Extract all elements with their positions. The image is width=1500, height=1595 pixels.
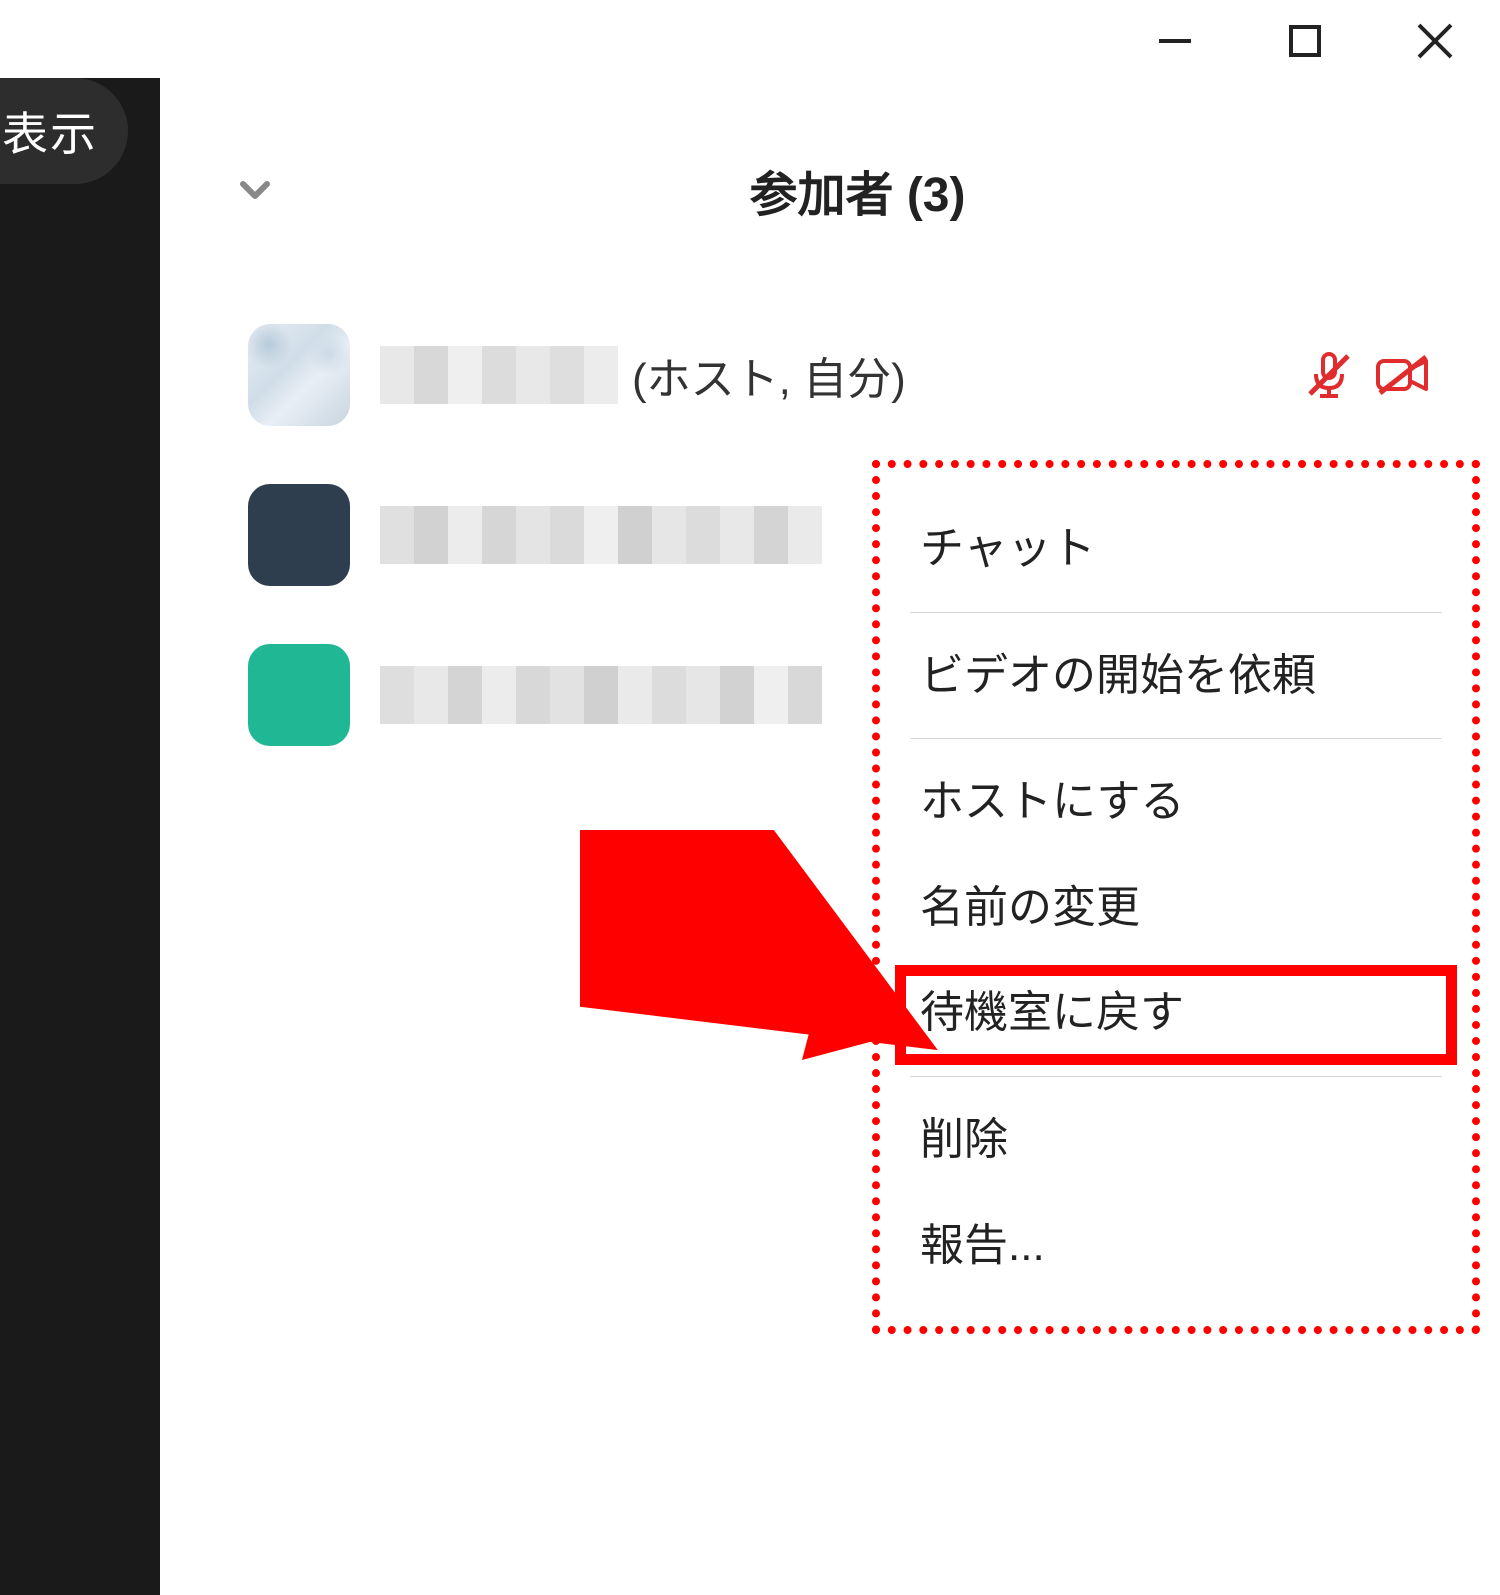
camera-off-icon: [1374, 351, 1432, 399]
participant-name-area: [380, 506, 822, 564]
participant-name-area: (ホスト, 自分): [380, 343, 906, 407]
minimize-button[interactable]: [1110, 13, 1240, 68]
menu-divider: [910, 738, 1442, 739]
participant-status-icons: [1302, 348, 1432, 402]
participant-avatar: [248, 324, 350, 426]
close-button[interactable]: [1370, 13, 1500, 68]
mic-muted-icon: [1302, 348, 1356, 402]
participant-name-redacted: [380, 346, 618, 404]
menu-item-remove[interactable]: 削除: [880, 1087, 1472, 1193]
menu-divider: [910, 1076, 1442, 1077]
maximize-icon: [1283, 19, 1327, 63]
menu-item-waiting-room[interactable]: 待機室に戻す: [880, 960, 1472, 1066]
menu-item-chat[interactable]: チャット: [880, 496, 1472, 602]
view-pill-button[interactable]: 表示: [0, 78, 128, 184]
main-dark-background: [0, 78, 160, 1595]
participants-panel-header: 参加者 (3): [225, 155, 1460, 225]
participant-avatar: [248, 484, 350, 586]
menu-item-ask-start-video[interactable]: ビデオの開始を依頼: [880, 623, 1472, 729]
participant-name-area: [380, 666, 822, 724]
menu-item-report[interactable]: 報告...: [880, 1193, 1472, 1299]
participant-name-redacted: [380, 666, 822, 724]
window-controls: [900, 8, 1500, 73]
menu-item-make-host[interactable]: ホストにする: [880, 749, 1472, 855]
participant-row-host[interactable]: (ホスト, 自分): [248, 295, 1440, 455]
participant-role-label: (ホスト, 自分): [632, 343, 906, 407]
panel-title: 参加者 (3): [255, 155, 1460, 225]
maximize-button[interactable]: [1240, 13, 1370, 68]
participant-context-menu: チャット ビデオの開始を依頼 ホストにする 名前の変更 待機室に戻す 削除 報告…: [872, 460, 1480, 1334]
menu-divider: [910, 612, 1442, 613]
close-icon: [1411, 17, 1459, 65]
minimize-icon: [1153, 19, 1197, 63]
participant-name-redacted: [380, 506, 822, 564]
participant-avatar: [248, 644, 350, 746]
view-pill-label: 表示: [2, 98, 98, 164]
menu-item-rename[interactable]: 名前の変更: [880, 855, 1472, 961]
